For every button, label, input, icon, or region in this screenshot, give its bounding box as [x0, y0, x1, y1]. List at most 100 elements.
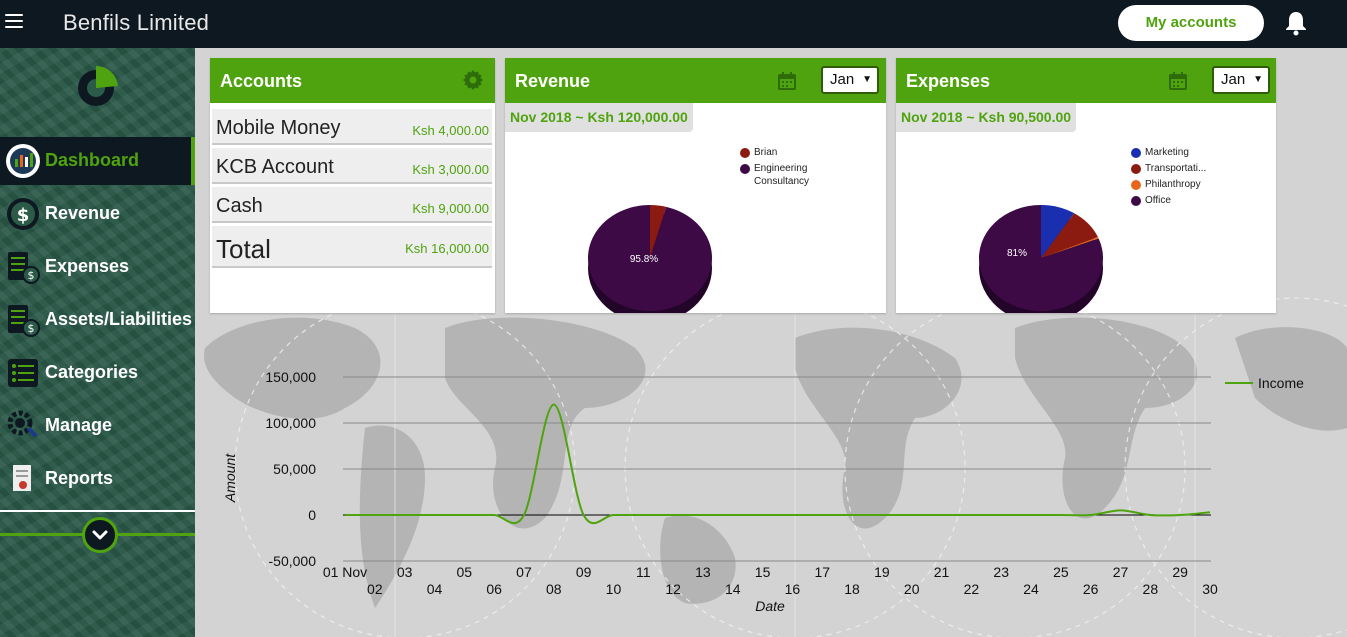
categories-icon: [8, 359, 38, 387]
account-row-mobile-money[interactable]: Mobile Money Ksh 4,000.00: [212, 109, 492, 145]
y-tick-label: 150,000: [265, 369, 316, 385]
sidebar-item-label: Assets/Liabilities: [45, 309, 193, 329]
gear-icon[interactable]: [463, 70, 483, 90]
sidebar-item-categories[interactable]: Categories: [0, 349, 195, 397]
selected-month: Jan: [830, 71, 855, 88]
x-tick-label: 30: [1202, 581, 1218, 597]
revenue-pie-chart: 95.8%: [588, 205, 712, 313]
sidebar-divider: [0, 510, 195, 512]
account-balance: Ksh 4,000.00: [412, 123, 489, 138]
x-tick-label: 25: [1053, 564, 1069, 580]
dashboard-icon: [6, 144, 40, 178]
x-tick-label: 10: [606, 581, 622, 597]
account-name: Cash: [216, 195, 263, 217]
sidebar-item-dashboard[interactable]: Dashboard: [0, 137, 195, 185]
accounts-card: Accounts Mobile Money Ksh 4,000.00 KCB A…: [210, 58, 495, 313]
accounts-title: Accounts: [220, 71, 303, 91]
x-tick-label: 27: [1113, 564, 1129, 580]
x-axis-ticks: 01 Nov02 03 04 05 06 07 08 09 10 11 12 13 14 15 16 17 18…: [323, 564, 1218, 597]
x-tick-label: 15: [755, 564, 771, 580]
x-tick-label: 26: [1083, 581, 1099, 597]
sidebar-item-reports[interactable]: Reports: [0, 455, 195, 503]
legend-label: Office: [1145, 195, 1171, 206]
x-tick-label: 28: [1143, 581, 1159, 597]
chart-gridlines: [343, 376, 1211, 562]
x-tick-label: 04: [427, 581, 443, 597]
manage-icon: [7, 410, 38, 438]
x-tick-label: 14: [725, 581, 741, 597]
x-axis-label: Date: [755, 598, 785, 614]
sidebar-item-label: Categories: [45, 362, 139, 382]
x-tick-label: 07: [516, 564, 532, 580]
sidebar-item-label: Dashboard: [45, 150, 140, 170]
revenue-month-select[interactable]: Jan ▼: [821, 66, 879, 94]
x-tick-label: 08: [546, 581, 562, 597]
top-bar: Benfils Limited My accounts: [0, 0, 1347, 48]
x-tick-label: 17: [814, 564, 830, 580]
x-tick-label: 18: [844, 581, 860, 597]
sidebar-item-assets-liabilities[interactable]: $ Assets/Liabilities: [0, 296, 195, 344]
revenue-card: Revenue Jan ▼ Nov 2018 ~ Ksh 120,000.00 …: [505, 58, 886, 313]
menu-icon[interactable]: [5, 14, 23, 30]
income-series-line: [345, 403, 1211, 525]
calendar-icon[interactable]: [1169, 72, 1187, 90]
x-tick-label: 12: [665, 581, 681, 597]
account-row-cash[interactable]: Cash Ksh 9,000.00: [212, 187, 492, 223]
assets-liabilities-icon: $: [8, 305, 40, 337]
account-balance: Ksh 9,000.00: [412, 201, 489, 216]
expand-sidebar-button[interactable]: [82, 517, 118, 553]
pie-percent-label: 81%: [1007, 248, 1027, 259]
chevron-down-icon: [92, 530, 108, 540]
y-tick-label: 0: [308, 507, 316, 523]
expenses-month-select[interactable]: Jan ▼: [1212, 66, 1270, 94]
expenses-period-total: Nov 2018 ~ Ksh 90,500.00: [896, 103, 1077, 132]
x-tick-label: 23: [993, 564, 1009, 580]
app-title: Benfils Limited: [63, 10, 210, 35]
legend-swatch: [1131, 196, 1141, 206]
legend-label: Philanthropy: [1145, 179, 1201, 190]
legend-swatch: [1131, 148, 1141, 158]
sidebar-item-revenue[interactable]: $ Revenue: [0, 190, 195, 238]
bell-icon[interactable]: [1284, 10, 1308, 36]
sidebar-item-manage[interactable]: Manage: [0, 402, 195, 450]
x-tick-label: 29: [1172, 564, 1188, 580]
y-tick-label: 100,000: [265, 415, 316, 431]
sidebar-item-label: Revenue: [45, 203, 121, 223]
legend-label: Marketing: [1145, 147, 1189, 158]
account-row-kcb[interactable]: KCB Account Ksh 3,000.00: [212, 148, 492, 184]
x-tick-label: 13: [695, 564, 711, 580]
expenses-title: Expenses: [906, 71, 991, 91]
my-accounts-button[interactable]: My accounts: [1118, 5, 1264, 41]
x-tick-label: 09: [576, 564, 592, 580]
expenses-pie-chart: 81%: [979, 205, 1103, 313]
x-tick-label: 16: [785, 581, 801, 597]
main-content: Accounts Mobile Money Ksh 4,000.00 KCB A…: [195, 48, 1347, 637]
legend-item-income[interactable]: Income: [1225, 375, 1304, 391]
y-tick-label: 50,000: [273, 461, 316, 477]
y-axis-label: Amount: [222, 453, 238, 503]
legend-swatch: [740, 148, 750, 158]
account-name: Mobile Money: [216, 117, 341, 139]
legend-swatch: [740, 164, 750, 174]
revenue-icon: $: [7, 198, 39, 230]
logo-icon: [78, 65, 118, 106]
calendar-icon[interactable]: [778, 72, 796, 90]
sidebar-item-expenses[interactable]: $ Expenses: [0, 243, 195, 291]
revenue-title: Revenue: [515, 71, 591, 91]
x-tick-label: 02: [367, 581, 383, 597]
expenses-card-header: Expenses Jan ▼: [896, 58, 1276, 103]
sidebar-item-label: Reports: [45, 468, 114, 488]
total-balance: Ksh 16,000.00: [405, 241, 489, 256]
x-tick-label: 06: [486, 581, 502, 597]
legend-label: Brian: [754, 147, 778, 158]
legend-label: Engineering: [754, 163, 808, 174]
sidebar: Dashboard $ Revenue $ Expenses $ Assets/…: [0, 48, 195, 637]
x-tick-label: 20: [904, 581, 920, 597]
legend-label: Consultancy: [754, 176, 810, 187]
x-tick-label: 03: [397, 564, 413, 580]
legend-swatch: [1131, 164, 1141, 174]
expenses-icon: $: [8, 252, 40, 284]
legend-label: Transportati...: [1145, 163, 1207, 174]
x-tick-label: 24: [1023, 581, 1039, 597]
x-tick-label: 11: [636, 564, 651, 580]
